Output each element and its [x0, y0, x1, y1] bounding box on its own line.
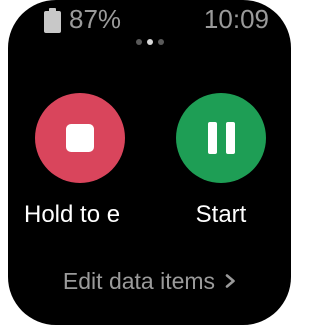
pause-icon: [208, 122, 235, 154]
stop-label: Hold to e: [24, 201, 121, 228]
start-label: Start: [195, 201, 247, 228]
page-dot-3: [157, 39, 164, 45]
watch-screen: 87% 10:09 Hold to e Start Edit data item…: [8, 0, 291, 325]
status-bar: 87% 10:09: [8, 0, 291, 40]
chevron-right-icon: [225, 274, 235, 288]
edit-data-items-label: Edit data items: [62, 268, 216, 294]
pause-button[interactable]: [176, 93, 266, 183]
stop-button[interactable]: [35, 93, 125, 183]
battery-icon: [44, 8, 61, 33]
page-indicator: [8, 39, 291, 47]
page-dot-2-active: [146, 39, 153, 45]
battery-percent: 87%: [69, 4, 122, 34]
stop-icon: [66, 124, 94, 152]
edit-data-items-link[interactable]: Edit data items: [8, 266, 291, 296]
page-dot-1: [135, 39, 142, 45]
clock-time: 10:09: [203, 4, 269, 34]
